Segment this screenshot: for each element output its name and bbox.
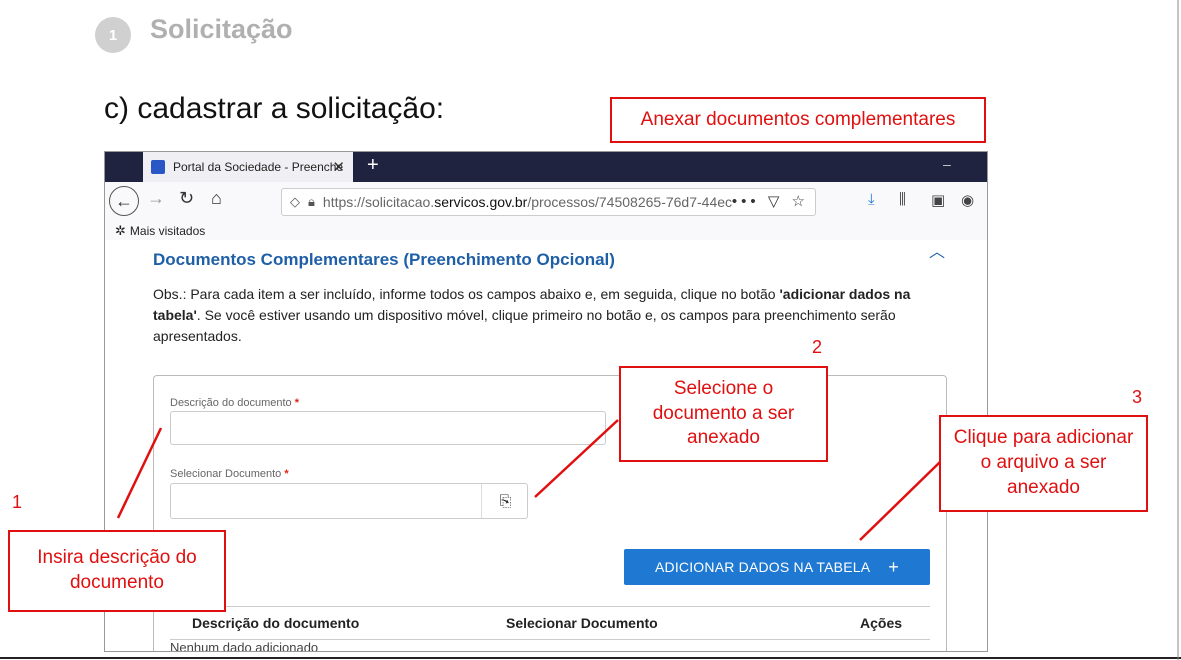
callout-line-2 [534, 419, 619, 498]
callout-line-3 [859, 461, 941, 541]
callout-line-1 [116, 427, 163, 519]
callout-attach-docs: Anexar documentos complementares [610, 97, 986, 143]
marker-1: 1 [12, 492, 23, 512]
callout-select-document: Selecione o documento a ser anexado [619, 366, 828, 462]
marker-2: 2 [812, 337, 823, 357]
marker-3: 3 [1132, 387, 1143, 407]
callout-click-add: Clique para adicionar o arquivo a ser an… [939, 415, 1148, 512]
callout-insert-description: Insira descrição do documento [8, 530, 226, 612]
